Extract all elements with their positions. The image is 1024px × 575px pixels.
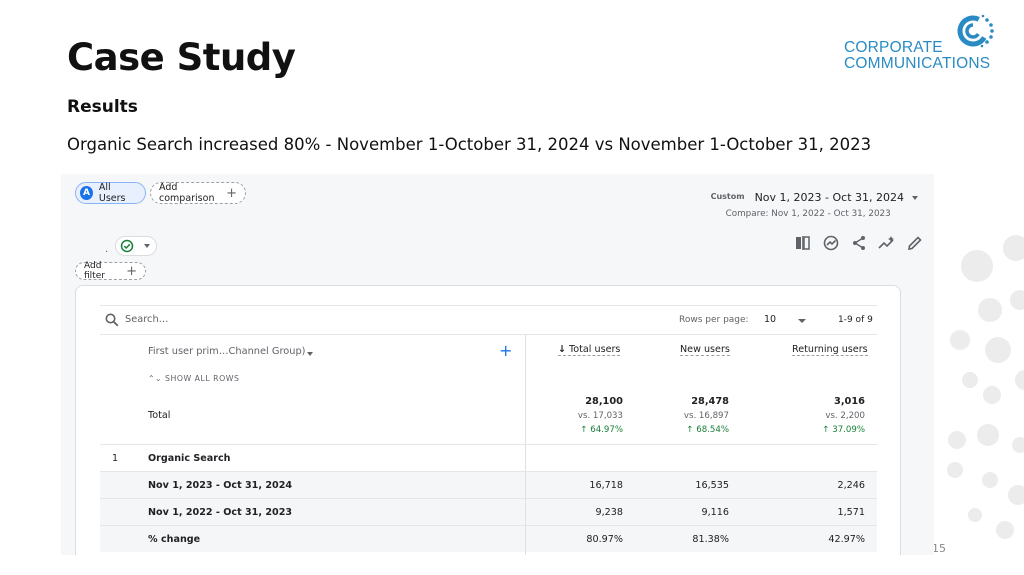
logo-line-1: CORPORATE — [844, 39, 943, 56]
page-number: 15 — [932, 542, 946, 555]
show-all-rows-label: SHOW ALL ROWS — [165, 374, 240, 383]
chevron-down-icon — [144, 244, 150, 248]
column-divider — [525, 499, 526, 526]
search-input[interactable]: Search… — [125, 314, 168, 325]
dot-marker: . — [105, 244, 109, 255]
add-dimension-button[interactable]: + — [499, 341, 512, 360]
metric-change: ↑ 37.09% — [822, 425, 865, 435]
date-dropdown-icon[interactable] — [912, 196, 918, 200]
add-comparison-button[interactable]: Add comparison + — [150, 182, 246, 204]
new-users-total: 28,478 vs. 16,897 ↑ 68.54% — [639, 396, 729, 435]
pagination-info: 1-9 of 9 — [838, 315, 873, 325]
metric-compare: vs. 16,897 — [683, 411, 729, 421]
status-selector[interactable] — [115, 236, 157, 256]
row-label: % change — [148, 534, 201, 545]
returning-users-total: 3,016 vs. 2,200 ↑ 37.09% — [775, 396, 865, 435]
segment-label: All Users — [98, 182, 126, 204]
row-label: Nov 1, 2023 - Oct 31, 2024 — [148, 480, 293, 491]
rows-per-page-label: Rows per page: — [679, 315, 749, 325]
logo-line-2: COMMUNICATIONS — [844, 54, 991, 72]
column-label: Total users — [569, 344, 621, 355]
metric-change: ↑ 64.97% — [580, 425, 623, 435]
row-label: Nov 1, 2022 - Oct 31, 2023 — [148, 507, 293, 518]
cell-returning-users: 2,246 — [837, 480, 865, 491]
slide-subtitle: Results — [67, 97, 138, 117]
cell-new-users: 16,535 — [695, 480, 729, 491]
metric-compare: vs. 2,200 — [825, 411, 865, 421]
totals-label: Total — [148, 410, 171, 421]
date-compare: Compare: Nov 1, 2022 - Oct 31, 2023 — [725, 209, 891, 219]
metric-compare: vs. 17,033 — [577, 411, 623, 421]
slide-title: Case Study — [67, 36, 296, 79]
column-divider — [525, 472, 526, 499]
trend-icon[interactable] — [878, 234, 896, 252]
show-all-rows-button[interactable]: ⌃⌄ SHOW ALL ROWS — [148, 374, 239, 383]
table-row[interactable]: Nov 1, 2022 - Oct 31, 2023 9,238 9,116 1… — [100, 498, 877, 526]
share-icon[interactable] — [850, 234, 868, 252]
cell-new-users: 81.38% — [692, 534, 729, 545]
table-row[interactable]: % change 80.97% 81.38% 42.97% — [100, 525, 877, 553]
insights-icon[interactable] — [822, 234, 840, 252]
plus-icon: + — [226, 185, 237, 201]
sort-arrow-icon: ↓ — [558, 344, 567, 355]
logo-text: CORPORATE COMMUNICATIONS — [844, 40, 990, 71]
compare-columns-icon[interactable] — [794, 234, 812, 252]
metric-value: 28,100 — [585, 396, 623, 407]
add-filter-label: Add filter — [84, 261, 105, 281]
add-filter-button[interactable]: Add filter + — [75, 261, 146, 281]
dimension-column-header[interactable]: First user prim…Channel Group) — [148, 346, 306, 357]
cell-total-users: 80.97% — [586, 534, 623, 545]
column-header-new-users[interactable]: New users — [680, 344, 730, 356]
analytics-report-panel: A All Users Add comparison + Custom Nov 1… — [61, 174, 934, 555]
segment-chip-all-users[interactable]: A All Users — [75, 182, 146, 204]
rows-per-page-select[interactable]: 10 — [764, 314, 776, 325]
report-toolbar — [794, 234, 924, 252]
metric-value: 28,478 — [691, 396, 729, 407]
date-custom-label: Custom — [710, 192, 745, 201]
date-range: Nov 1, 2023 - Oct 31, 2024 — [754, 191, 904, 204]
search-icon — [105, 313, 119, 327]
chevron-down-icon[interactable] — [798, 319, 806, 323]
column-header-returning-users[interactable]: Returning users — [792, 344, 868, 356]
metric-value: 3,016 — [834, 396, 865, 407]
column-header-total-users[interactable]: ↓ Total users — [558, 344, 621, 356]
chevron-down-icon[interactable] — [307, 352, 313, 356]
plus-icon: + — [126, 263, 137, 279]
cell-new-users: 9,116 — [701, 507, 729, 518]
segment-avatar: A — [80, 186, 93, 200]
cell-returning-users: 42.97% — [828, 534, 865, 545]
add-comparison-label: Add comparison — [159, 182, 215, 204]
check-circle-icon — [120, 239, 134, 253]
data-table-card: Search… Rows per page: 10 1-9 of 9 First… — [75, 285, 901, 555]
decorative-dots — [947, 235, 1024, 539]
edit-icon[interactable] — [906, 234, 924, 252]
column-divider — [525, 526, 526, 553]
metric-change: ↑ 68.54% — [686, 425, 729, 435]
corporate-communications-logo: CORPORATE COMMUNICATIONS — [842, 12, 1012, 74]
cell-total-users: 9,238 — [595, 507, 623, 518]
row-index: 1 — [112, 453, 119, 464]
date-range-selector[interactable]: Custom Nov 1, 2023 - Oct 31, 2024 Compare… — [711, 186, 904, 219]
table-search-bar: Search… Rows per page: 10 1-9 of 9 — [100, 305, 877, 335]
slide-description: Organic Search increased 80% - November … — [67, 135, 872, 154]
row-label: Organic Search — [148, 453, 231, 464]
cell-total-users: 16,718 — [589, 480, 623, 491]
total-users-total: 28,100 vs. 17,033 ↑ 64.97% — [533, 396, 623, 435]
table-row[interactable]: 1 Organic Search — [100, 444, 877, 472]
cell-returning-users: 1,571 — [837, 507, 865, 518]
table-row[interactable]: Nov 1, 2023 - Oct 31, 2024 16,718 16,535… — [100, 471, 877, 499]
column-divider — [525, 445, 526, 472]
